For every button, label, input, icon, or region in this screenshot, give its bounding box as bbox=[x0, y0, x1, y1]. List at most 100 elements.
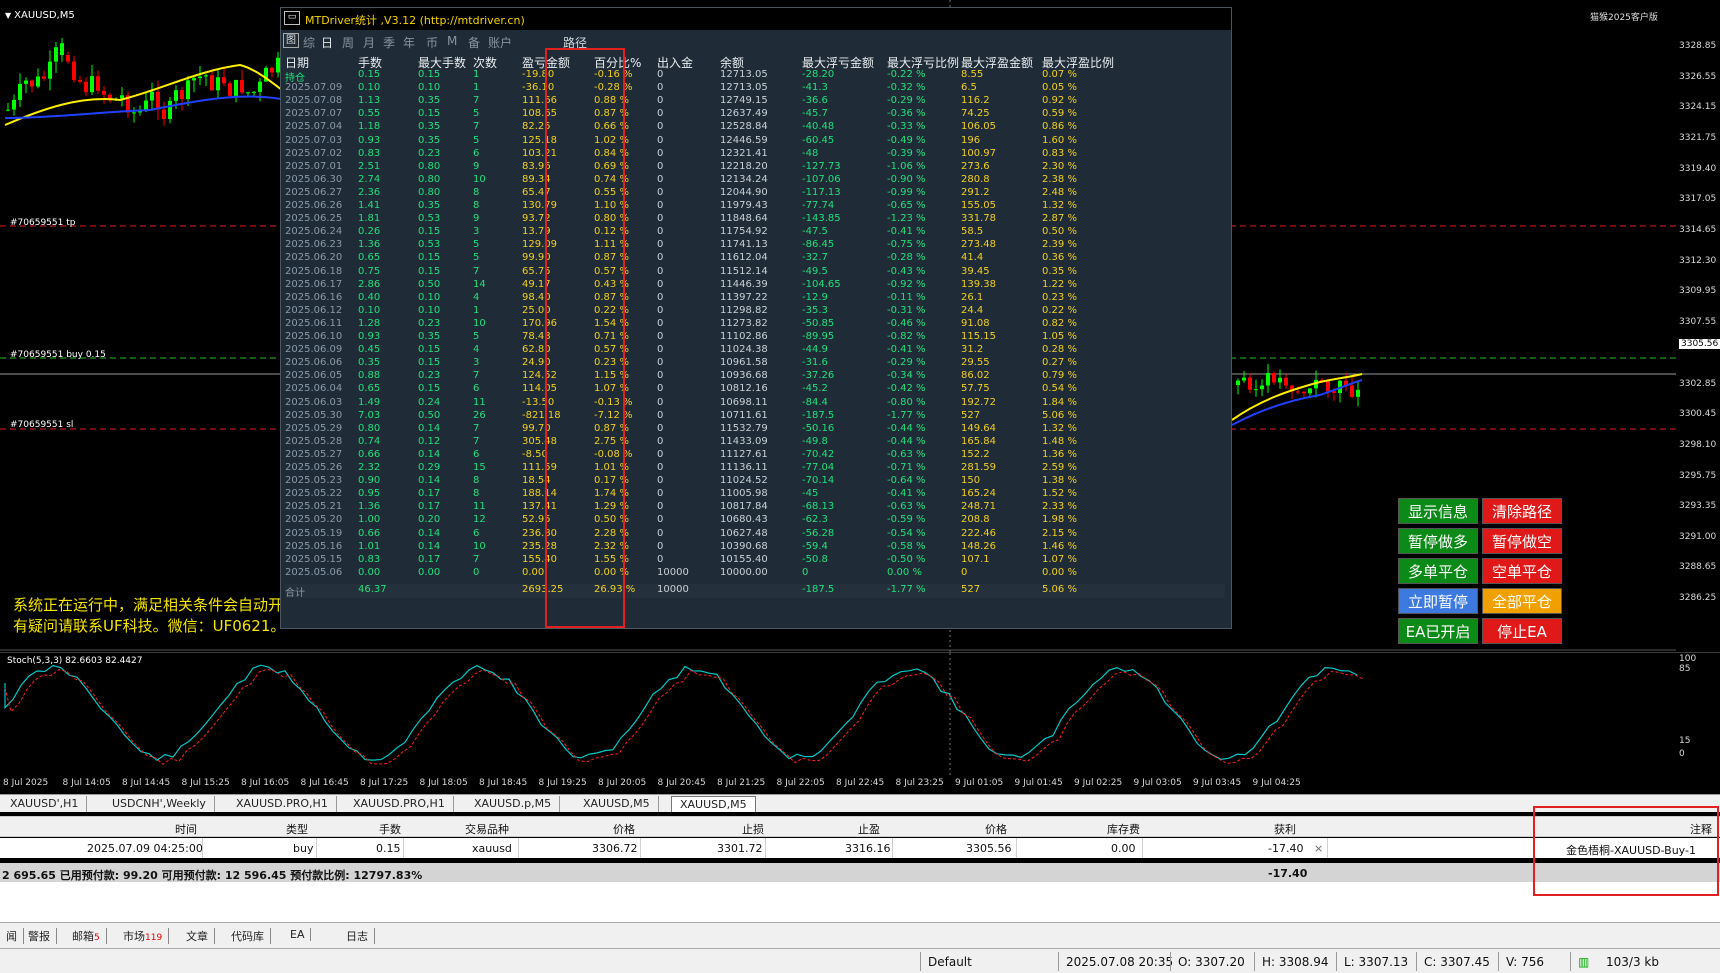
stats-row: 2025.05.23 0.90 0.14 8 18.54 0.17 % 0 11024.52-… bbox=[285, 475, 1225, 488]
stats-tab[interactable]: 日 bbox=[321, 34, 333, 51]
stats-cell: 10000.00 bbox=[720, 566, 768, 578]
trade-column-header[interactable]: 价格 bbox=[613, 821, 635, 837]
ea-button[interactable]: 暂停做多 bbox=[1398, 528, 1478, 554]
trade-column-header[interactable]: 止盈 bbox=[858, 821, 880, 837]
trade-column-header[interactable]: 止损 bbox=[742, 821, 764, 837]
stats-cell: 2025.06.25 bbox=[285, 213, 343, 225]
trade-column-header[interactable]: 价格 bbox=[985, 821, 1007, 837]
symbol-tab[interactable]: XAUUSD.p,M5 bbox=[466, 796, 561, 812]
stats-tab[interactable]: 综 bbox=[303, 34, 315, 51]
stats-tab[interactable]: 账户 bbox=[488, 34, 512, 51]
ea-button[interactable]: 显示信息 bbox=[1398, 498, 1478, 524]
terminal-tab[interactable]: 日志 bbox=[340, 928, 375, 944]
ea-button[interactable]: 停止EA bbox=[1482, 618, 1562, 644]
stats-cell: -62.3 bbox=[802, 514, 828, 526]
trade-column-header[interactable]: 类型 bbox=[286, 821, 308, 837]
ea-button[interactable]: 全部平仓 bbox=[1482, 588, 1562, 614]
candle-body bbox=[1350, 385, 1354, 397]
stats-tab[interactable]: 备 bbox=[468, 34, 480, 51]
time-label: 9 Jul 04:25 bbox=[1252, 778, 1301, 788]
order-sl-label: #70659551 sl bbox=[10, 420, 74, 430]
symbol-tab[interactable]: XAUUSD',H1 bbox=[2, 796, 88, 812]
stats-tab[interactable]: M bbox=[447, 34, 457, 48]
stats-tab[interactable]: 周 bbox=[342, 34, 354, 51]
terminal-tab[interactable]: 警报 bbox=[22, 928, 57, 944]
terminal-tab[interactable]: 邮箱5 bbox=[66, 928, 107, 944]
ea-button[interactable]: EA已开启 bbox=[1398, 618, 1478, 644]
ea-button[interactable]: 多单平仓 bbox=[1398, 558, 1478, 584]
terminal-tab[interactable]: 闻 bbox=[0, 928, 24, 944]
stats-cell: 7 bbox=[473, 95, 480, 107]
time-label: 9 Jul 03:05 bbox=[1133, 778, 1182, 788]
candle-body bbox=[258, 81, 262, 92]
ea-button[interactable]: 清除路径 bbox=[1482, 498, 1562, 524]
stats-cell: -89.95 bbox=[802, 331, 835, 342]
terminal-tab[interactable]: 代码库 bbox=[225, 928, 271, 944]
close-position-icon[interactable]: × bbox=[1314, 842, 1323, 855]
stats-cell: 0.74 bbox=[358, 435, 381, 447]
trade-cell: xauusd bbox=[472, 842, 512, 855]
stats-cell: -0.58 % bbox=[887, 540, 926, 552]
status-profile[interactable]: Default bbox=[928, 955, 972, 969]
stats-cell: 0.15 bbox=[358, 69, 381, 80]
candle-body bbox=[270, 67, 274, 73]
symbol-tab[interactable]: XAUUSD,M5 bbox=[671, 796, 756, 812]
ea-button[interactable]: 暂停做空 bbox=[1482, 528, 1562, 554]
stats-cell: 0 bbox=[657, 370, 664, 382]
ea-button[interactable]: 空单平仓 bbox=[1482, 558, 1562, 584]
trade-column-header[interactable]: 交易品种 bbox=[465, 821, 509, 837]
candle-body bbox=[60, 43, 64, 55]
stats-title: MTDriver统计 ,V3.12 (http://mtdriver.cn) bbox=[305, 14, 525, 27]
stats-tab[interactable]: 币 bbox=[426, 34, 438, 51]
symbol-tab[interactable]: XAUUSD,M5 bbox=[575, 796, 659, 812]
stats-tab[interactable]: 季 bbox=[383, 34, 395, 51]
candle-body bbox=[30, 80, 34, 87]
stats-cell: 0.14 bbox=[418, 540, 441, 552]
time-axis: 8 Jul 2025 8 Jul 14:05 8 Jul 14:45 8 Jul 15… bbox=[0, 775, 1720, 794]
stats-cell: 39.45 bbox=[961, 265, 990, 277]
stats-cell: -0.44 % bbox=[887, 422, 926, 434]
stats-cell: 0.22 % bbox=[1042, 304, 1077, 316]
terminal-tab[interactable]: 文章 bbox=[180, 928, 215, 944]
candle-body bbox=[6, 109, 10, 111]
trade-column-header[interactable]: 获利 bbox=[1274, 821, 1296, 837]
stats-tab[interactable]: 月 bbox=[363, 34, 375, 51]
minimize-button[interactable]: ▭ bbox=[284, 11, 300, 25]
mtdriver-stats-panel[interactable]: ▭ MTDriver统计 ,V3.12 (http://mtdriver.cn)… bbox=[280, 7, 1232, 629]
stats-cell: 5 bbox=[473, 252, 480, 264]
symbol-tab[interactable]: USDCNH',Weekly bbox=[104, 796, 215, 812]
trade-cell: 3301.72 bbox=[717, 842, 763, 855]
symbol-tab[interactable]: XAUUSD.PRO,H1 bbox=[345, 796, 454, 812]
stats-cell: 0.14 bbox=[418, 448, 441, 460]
stats-cell: 0 bbox=[657, 226, 664, 238]
symbol-tab[interactable]: XAUUSD.PRO,H1 bbox=[228, 796, 337, 812]
stats-cell: 0.29 bbox=[418, 462, 441, 473]
stats-row: 2025.05.20 1.00 0.20 12 52.95 0.50 % 0 10680.43… bbox=[285, 514, 1225, 527]
stats-cell: -143.85 bbox=[802, 213, 841, 225]
trade-column-header[interactable]: 库存费 bbox=[1107, 821, 1140, 837]
stats-cell: 148.26 bbox=[961, 540, 996, 552]
stats-titlebar[interactable]: ▭ MTDriver统计 ,V3.12 (http://mtdriver.cn) bbox=[281, 8, 1231, 30]
time-label: 9 Jul 01:05 bbox=[955, 778, 1004, 788]
stats-cell: 280.8 bbox=[961, 173, 990, 185]
stats-cell: 2.86 bbox=[358, 278, 381, 290]
stats-cell: -70.42 bbox=[802, 448, 835, 460]
trade-column-header[interactable]: 手数 bbox=[379, 821, 401, 837]
trade-column-header[interactable]: 时间 bbox=[175, 821, 197, 837]
stats-cell: 0 bbox=[657, 331, 664, 342]
ea-button[interactable]: 立即暂停 bbox=[1398, 588, 1478, 614]
stats-cell: 0.20 bbox=[418, 514, 441, 526]
trade-row[interactable]: 2025.07.09 04:25:00 buy 0.15 xauusd 3306.72 3… bbox=[0, 838, 1720, 858]
terminal-tab[interactable]: EA bbox=[284, 928, 312, 941]
price-axis[interactable]: 3328.85 3326.55 3324.15 3321.75 3319.40 3317.… bbox=[1676, 0, 1720, 775]
stats-cell: 2025.06.17 bbox=[285, 278, 343, 290]
candle-body bbox=[1266, 373, 1270, 386]
stats-cell: 4 bbox=[473, 291, 480, 303]
stats-cell: -187.5 bbox=[802, 409, 835, 421]
stats-tab[interactable]: 年 bbox=[403, 34, 415, 51]
stochastic-indicator[interactable]: Stoch(5,3,3) 82.6603 82.4427 bbox=[0, 653, 1720, 775]
terminal-tab[interactable]: 市场119 bbox=[117, 928, 170, 944]
stats-cell: -59.4 bbox=[802, 540, 828, 552]
stats-row: 2025.06.30 2.74 0.80 10 89.34 0.74 % 0 12134.24… bbox=[285, 174, 1225, 187]
panel-icon[interactable]: 图 bbox=[283, 33, 299, 48]
